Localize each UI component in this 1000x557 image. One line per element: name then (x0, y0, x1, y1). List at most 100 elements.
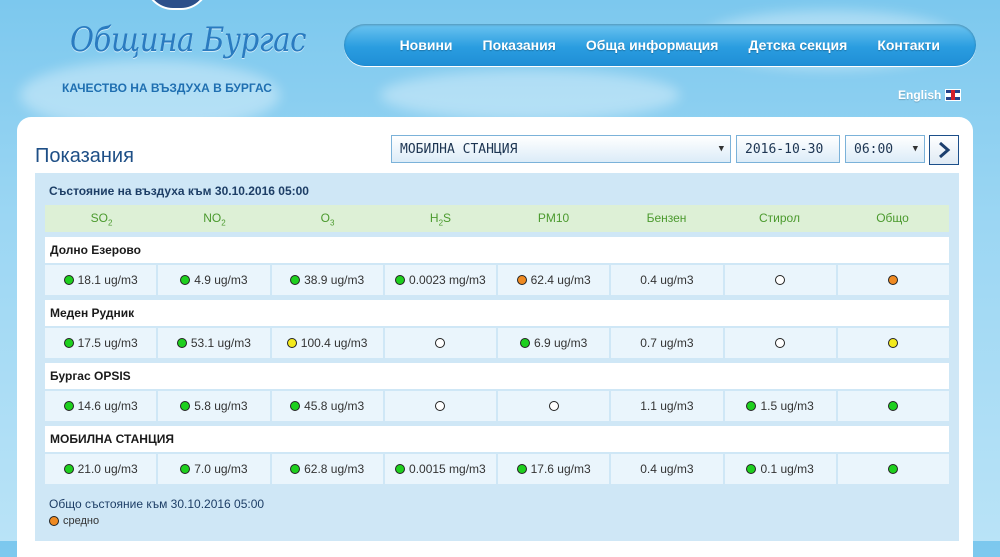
reading-cell: 4.9 ug/m3 (158, 265, 270, 295)
status-dot-icon (290, 401, 301, 411)
column-header: PM10 (497, 205, 610, 232)
status-dot-icon (519, 338, 530, 348)
nav-item-general-info[interactable]: Обща информация (586, 37, 719, 53)
status-dot-icon (290, 464, 301, 474)
column-header-label: Общо (876, 211, 909, 225)
status-heading: Състояние на въздуха към 30.10.2016 05:0… (49, 184, 309, 198)
column-header-label: PM10 (537, 211, 570, 225)
nav-item-readings[interactable]: Показания (483, 37, 556, 53)
column-header-label: H (429, 211, 439, 225)
reading-value: 14.6 ug/m3 (77, 399, 138, 413)
legend: средно (49, 515, 99, 527)
nav-item-kids-section[interactable]: Детска секция (748, 37, 847, 53)
column-header: NO2 (158, 205, 271, 232)
status-dot-icon (435, 401, 446, 411)
status-dot-icon (180, 275, 191, 285)
station-select[interactable]: МОБИЛНА СТАНЦИЯ ▼ (391, 135, 731, 163)
chevron-right-icon (939, 141, 951, 159)
reading-cell (837, 265, 949, 295)
column-header: H2S (384, 205, 497, 232)
reading-value: 1.5 ug/m3 (760, 399, 814, 413)
reading-value: 53.1 ug/m3 (190, 336, 251, 350)
dropdown-arrow-icon: ▼ (912, 144, 918, 154)
time-select[interactable]: 06:00 ▼ (845, 135, 925, 163)
reading-value: 0.1 ug/m3 (760, 462, 814, 476)
status-dot-icon (286, 338, 297, 348)
status-dot-icon (290, 275, 301, 285)
reading-value: 62.4 ug/m3 (530, 273, 591, 287)
reading-cell: 0.0023 mg/m3 (384, 265, 496, 295)
reading-cell: 14.6 ug/m3 (45, 391, 157, 421)
reading-cell (724, 265, 836, 295)
reading-value: 5.8 ug/m3 (194, 399, 248, 413)
status-dot-icon (888, 338, 899, 348)
table-row: 17.5 ug/m3 53.1 ug/m3 100.4 ug/m3 6.9 ug/m3… (45, 328, 949, 358)
reading-cell: 0.4 ug/m3 (611, 265, 723, 295)
table-row: 21.0 ug/m3 7.0 ug/m3 62.8 ug/m3 0.0015 mg/m… (45, 454, 949, 484)
status-dot-icon (548, 401, 559, 411)
legend-label: средно (63, 515, 100, 527)
status-dot-icon (180, 401, 191, 411)
status-dot-icon (775, 275, 786, 285)
station-name: Бургас OPSIS (45, 363, 949, 389)
column-header-label: O (320, 211, 330, 225)
reading-cell: 17.5 ug/m3 (45, 328, 157, 358)
reading-cell: 7.0 ug/m3 (158, 454, 270, 484)
table-row: 14.6 ug/m3 5.8 ug/m3 45.8 ug/m3 1.1 ug/m3 1.… (45, 391, 949, 421)
status-dot-icon (888, 275, 899, 285)
status-dot-icon (395, 275, 406, 285)
nav-item-news[interactable]: Новини (400, 37, 453, 53)
reading-cell: 0.4 ug/m3 (611, 454, 723, 484)
nav-item-contacts[interactable]: Контакти (877, 37, 940, 53)
reading-cell: 53.1 ug/m3 (158, 328, 270, 358)
pollutant-header-row: SO2 NO2 O3 H2S PM10 Бензен Стирол Общо (45, 205, 949, 232)
column-header-subscript: 2 (107, 218, 113, 228)
reading-cell (837, 391, 949, 421)
reading-cell: 0.1 ug/m3 (724, 454, 836, 484)
reading-value: 62.8 ug/m3 (304, 462, 365, 476)
reading-cell: 21.0 ug/m3 (45, 454, 157, 484)
station-name: Долно Езерово (45, 237, 949, 263)
reading-value: 17.6 ug/m3 (530, 462, 591, 476)
column-header-subscript: 2 (221, 218, 226, 228)
status-dot-icon (63, 464, 74, 474)
reading-cell (837, 454, 949, 484)
status-dot-icon (516, 275, 527, 285)
reading-value: 1.1 ug/m3 (640, 399, 694, 413)
reading-cell (384, 391, 496, 421)
uk-flag-icon (945, 89, 962, 101)
language-label: English (898, 88, 942, 102)
reading-cell (724, 328, 836, 358)
main-nav: Новини Показания Обща информация Детска … (344, 24, 976, 66)
reading-cell: 5.8 ug/m3 (158, 391, 270, 421)
go-button[interactable] (929, 135, 959, 165)
reading-cell: 38.9 ug/m3 (271, 265, 383, 295)
status-dot-icon (63, 338, 74, 348)
page-title: Показания (35, 145, 134, 167)
reading-cell (837, 328, 949, 358)
reading-cell: 0.7 ug/m3 (611, 328, 723, 358)
reading-value: 18.1 ug/m3 (77, 273, 138, 287)
status-dot-icon (775, 338, 786, 348)
reading-value: 7.0 ug/m3 (194, 462, 248, 476)
language-switch[interactable]: English (898, 88, 962, 102)
column-header-subscript: 3 (329, 218, 335, 228)
status-dot-icon (395, 464, 406, 474)
reading-value: 0.7 ug/m3 (640, 336, 694, 350)
status-dot-icon (888, 401, 899, 411)
reading-value: 0.0015 mg/m3 (409, 462, 486, 476)
column-header: Стирол (723, 205, 836, 232)
column-header: SO2 (45, 205, 158, 232)
date-input[interactable]: 2016-10-30 (736, 135, 840, 163)
reading-value: 21.0 ug/m3 (77, 462, 138, 476)
column-header-tail: S (443, 211, 452, 225)
reading-value: 4.9 ug/m3 (194, 273, 248, 287)
column-header: O3 (271, 205, 384, 232)
time-select-value: 06:00 (854, 141, 894, 157)
reading-cell: 0.0015 mg/m3 (384, 454, 496, 484)
reading-cell: 17.6 ug/m3 (498, 454, 610, 484)
column-header-label: NO (203, 211, 222, 225)
logo-title[interactable]: Община Бургас (70, 20, 306, 60)
reading-value: 0.4 ug/m3 (640, 273, 694, 287)
station-select-value: МОБИЛНА СТАНЦИЯ (400, 141, 518, 157)
